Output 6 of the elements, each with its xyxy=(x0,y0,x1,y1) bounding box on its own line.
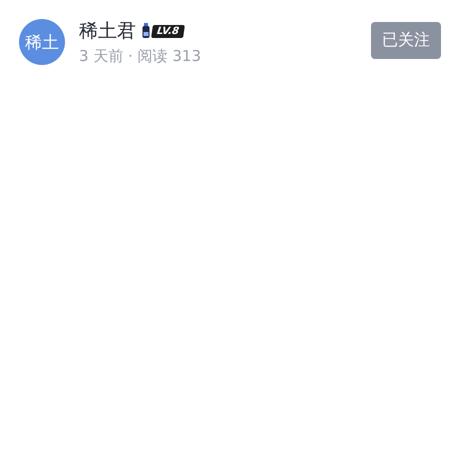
post-meta: 3 天前 · 阅读 313 xyxy=(79,47,202,66)
author-name[interactable]: 稀土君 xyxy=(79,18,136,44)
level-badge: LV.8 xyxy=(151,24,185,38)
bottle-icon xyxy=(142,23,150,39)
follow-button[interactable]: 已关注 xyxy=(371,22,441,59)
avatar[interactable]: 稀土 xyxy=(19,19,65,65)
